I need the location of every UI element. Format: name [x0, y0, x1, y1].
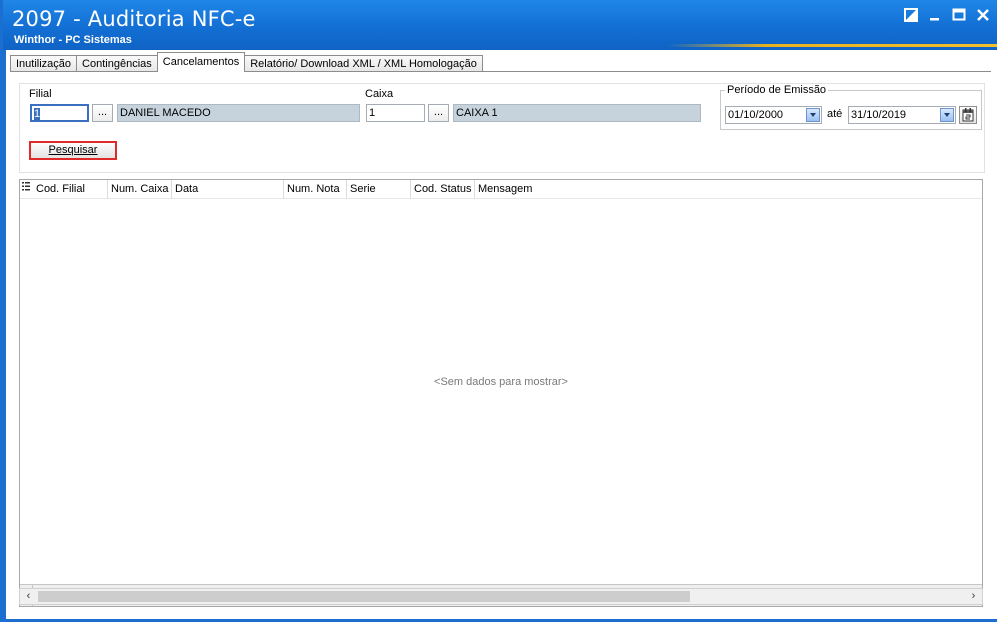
date-from-chevron-down-icon[interactable] [806, 108, 820, 122]
column-header-cod-status[interactable]: Cod. Status [411, 180, 475, 199]
tab-strip: Inutilização Contingências Cancelamentos… [10, 52, 483, 72]
scroll-thumb[interactable] [38, 591, 690, 602]
filial-label: Filial [29, 88, 52, 100]
pesquisar-label: Pesquisar [48, 144, 98, 156]
window-subtitle: Winthor - PC Sistemas [14, 34, 132, 46]
grid-header: Cod. Filial Num. Caixa Data Num. Nota Se… [20, 180, 982, 199]
results-grid[interactable]: Cod. Filial Num. Caixa Data Num. Nota Se… [19, 179, 983, 607]
date-to-value: 31/10/2019 [851, 109, 907, 121]
minimize-icon[interactable] [928, 8, 944, 24]
restore-style-icon[interactable] [904, 8, 920, 24]
column-header-cod-filial[interactable]: Cod. Filial [33, 180, 108, 199]
tab-relatorio-download-xml[interactable]: Relatório/ Download XML / XML Homologaçã… [244, 55, 483, 72]
periodo-emissao-label: Período de Emissão [725, 84, 829, 96]
window-controls [904, 8, 992, 24]
tab-inutilizacao[interactable]: Inutilização [10, 55, 78, 72]
app-window: 2097 - Auditoria NFC-e Winthor - PC Sist… [0, 0, 997, 622]
ate-label: até [827, 108, 843, 120]
filial-name-field: DANIEL MACEDO [117, 104, 360, 122]
tab-contingencias[interactable]: Contingências [76, 55, 158, 72]
client-area: Inutilização Contingências Cancelamentos… [6, 50, 997, 619]
periodo-emissao-group: Período de Emissão 01/10/2000 até 31/10/… [720, 84, 982, 130]
tab-cancelamentos[interactable]: Cancelamentos [156, 52, 246, 72]
column-header-num-caixa[interactable]: Num. Caixa [108, 180, 172, 199]
caixa-label: Caixa [365, 88, 394, 100]
date-to-dropdown[interactable]: 31/10/2019 [848, 106, 956, 124]
filter-panel: Filial 1 ... DANIEL MACEDO Caixa 1 ... C… [19, 83, 985, 173]
scroll-right-arrow-icon[interactable]: › [965, 589, 982, 604]
caixa-name-field: CAIXA 1 [453, 104, 701, 122]
date-from-dropdown[interactable]: 01/10/2000 [725, 106, 822, 124]
column-chooser-icon[interactable] [20, 180, 33, 199]
calendar-icon[interactable] [959, 106, 977, 124]
filial-lookup-button[interactable]: ... [92, 104, 113, 122]
maximize-icon[interactable] [952, 8, 968, 24]
filial-code-value: 1 [34, 108, 41, 120]
window-title: 2097 - Auditoria NFC-e [12, 7, 256, 31]
date-from-value: 01/10/2000 [728, 109, 784, 121]
date-to-chevron-down-icon[interactable] [940, 108, 954, 122]
empty-message: <Sem dados para mostrar> [434, 376, 568, 388]
column-header-num-nota[interactable]: Num. Nota [284, 180, 347, 199]
column-header-mensagem[interactable]: Mensagem [475, 180, 595, 199]
title-accent-stripe [667, 44, 997, 47]
caixa-lookup-button[interactable]: ... [428, 104, 449, 122]
column-header-serie[interactable]: Serie [347, 180, 411, 199]
scroll-left-arrow-icon[interactable]: ‹ [20, 589, 37, 604]
caixa-code-input[interactable]: 1 [366, 104, 425, 122]
pesquisar-button[interactable]: Pesquisar [29, 141, 117, 160]
title-bar[interactable]: 2097 - Auditoria NFC-e Winthor - PC Sist… [3, 0, 997, 50]
horizontal-scrollbar[interactable]: ‹ › [19, 588, 983, 605]
filial-code-input[interactable]: 1 [30, 104, 89, 122]
column-header-data[interactable]: Data [172, 180, 284, 199]
close-icon[interactable] [976, 8, 992, 24]
